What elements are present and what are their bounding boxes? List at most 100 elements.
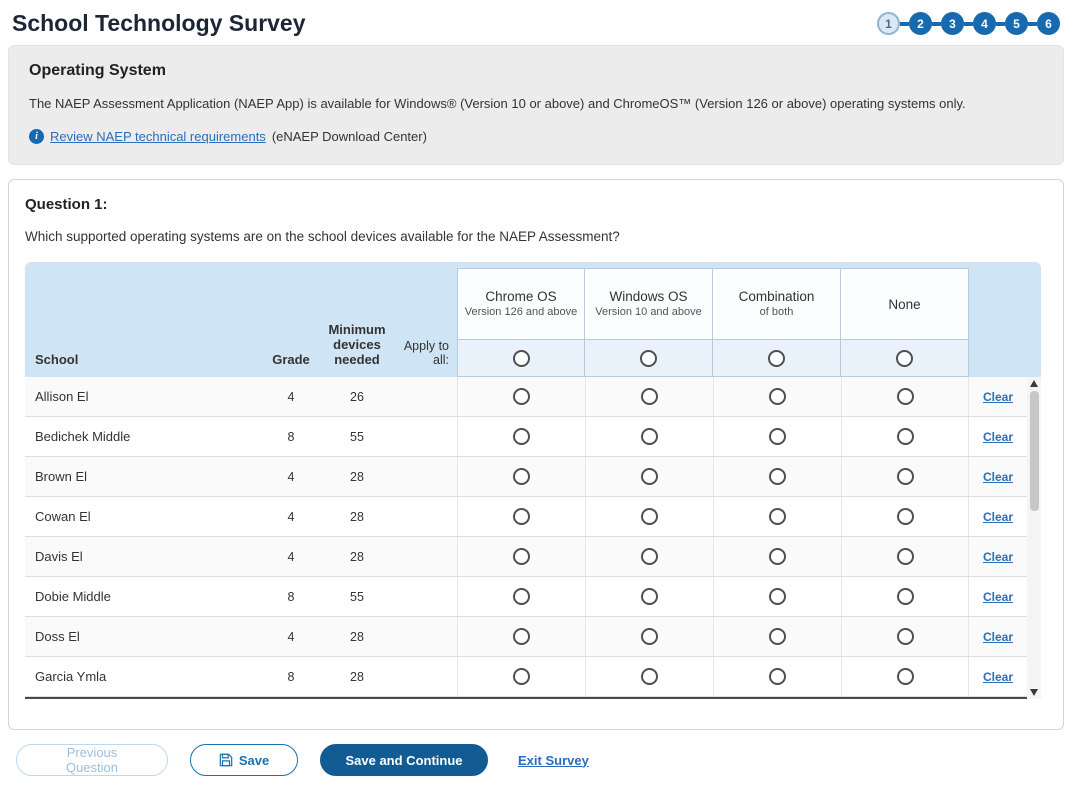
os-radio[interactable] (513, 668, 530, 685)
os-option-cell (585, 577, 713, 616)
step-3[interactable]: 3 (941, 12, 964, 35)
os-option-cell (457, 657, 585, 696)
clear-link[interactable]: Clear (983, 550, 1013, 564)
step-1[interactable]: 1 (877, 12, 900, 35)
os-option-cell (585, 377, 713, 416)
grade-cell: 4 (261, 390, 321, 404)
row-option-cells (457, 577, 969, 616)
option-subtitle: of both (760, 306, 794, 320)
os-radio[interactable] (513, 548, 530, 565)
apply-to-all-radio[interactable] (640, 350, 657, 367)
os-radio[interactable] (769, 428, 786, 445)
os-radio[interactable] (897, 388, 914, 405)
os-radio[interactable] (897, 548, 914, 565)
os-radio[interactable] (769, 628, 786, 645)
school-name-cell: Bedichek Middle (25, 429, 261, 444)
os-option-cell (841, 497, 969, 536)
os-radio[interactable] (513, 468, 530, 485)
option-subtitle: Version 126 and above (465, 306, 578, 320)
clear-cell: Clear (969, 629, 1027, 644)
table-row: Doss El 4 28 Clear (25, 617, 1027, 657)
step-2[interactable]: 2 (909, 12, 932, 35)
os-radio[interactable] (769, 548, 786, 565)
clear-link[interactable]: Clear (983, 390, 1013, 404)
os-radio[interactable] (641, 548, 658, 565)
grade-cell: 8 (261, 590, 321, 604)
os-radio[interactable] (897, 508, 914, 525)
step-4[interactable]: 4 (973, 12, 996, 35)
previous-question-button[interactable]: Previous Question (16, 744, 168, 776)
info-panel-title: Operating System (29, 62, 1043, 80)
os-radio[interactable] (641, 668, 658, 685)
step-connector (964, 22, 973, 26)
os-radio[interactable] (769, 588, 786, 605)
option-column: Combination of both (713, 268, 841, 377)
os-radio[interactable] (769, 508, 786, 525)
school-name-cell: Davis El (25, 549, 261, 564)
clear-link[interactable]: Clear (983, 670, 1013, 684)
apply-to-all-radio[interactable] (768, 350, 785, 367)
os-radio[interactable] (513, 388, 530, 405)
os-radio[interactable] (897, 628, 914, 645)
info-icon: i (29, 129, 44, 144)
clear-link[interactable]: Clear (983, 470, 1013, 484)
os-radio[interactable] (641, 508, 658, 525)
os-radio[interactable] (641, 588, 658, 605)
clear-link[interactable]: Clear (983, 430, 1013, 444)
clear-link[interactable]: Clear (983, 510, 1013, 524)
apply-to-all-radio[interactable] (513, 350, 530, 367)
scroll-down-icon[interactable] (1030, 689, 1038, 696)
table-row: Allison El 4 26 Clear (25, 377, 1027, 417)
option-title: Chrome OS (485, 289, 556, 304)
os-radio[interactable] (513, 588, 530, 605)
question-card: Question 1: Which supported operating sy… (8, 179, 1064, 730)
os-option-cell (713, 537, 841, 576)
save-and-continue-button[interactable]: Save and Continue (320, 744, 488, 776)
os-radio[interactable] (513, 508, 530, 525)
option-header: Combination of both (713, 268, 841, 340)
os-radio[interactable] (513, 428, 530, 445)
header-school: School (25, 268, 261, 377)
table-body: Allison El 4 26 Clear Bedichek Middle 8 … (25, 377, 1027, 699)
os-radio[interactable] (641, 468, 658, 485)
os-radio[interactable] (897, 428, 914, 445)
header-grade: Grade (261, 268, 321, 377)
table-row: Bedichek Middle 8 55 Clear (25, 417, 1027, 457)
os-radio[interactable] (513, 628, 530, 645)
footer-actions: Previous Question Save Save and Continue… (8, 744, 1064, 776)
option-header: Windows OS Version 10 and above (585, 268, 713, 340)
option-column: Chrome OS Version 126 and above (457, 268, 585, 377)
os-radio[interactable] (897, 468, 914, 485)
os-radio[interactable] (641, 388, 658, 405)
exit-survey-link[interactable]: Exit Survey (518, 753, 589, 768)
technical-requirements-link[interactable]: Review NAEP technical requirements (50, 129, 266, 144)
os-radio[interactable] (641, 428, 658, 445)
os-option-cell (841, 537, 969, 576)
table-row: Davis El 4 28 Clear (25, 537, 1027, 577)
grade-cell: 4 (261, 630, 321, 644)
apply-to-all-radio[interactable] (896, 350, 913, 367)
clear-cell: Clear (969, 389, 1027, 404)
step-5[interactable]: 5 (1005, 12, 1028, 35)
os-radio[interactable] (769, 468, 786, 485)
os-option-cell (841, 417, 969, 456)
clear-cell: Clear (969, 509, 1027, 524)
table-scrollbar[interactable] (1027, 377, 1041, 699)
os-radio[interactable] (769, 388, 786, 405)
os-option-cell (841, 577, 969, 616)
option-columns: Chrome OS Version 126 and above Windows … (457, 268, 969, 377)
clear-link[interactable]: Clear (983, 630, 1013, 644)
os-radio[interactable] (897, 588, 914, 605)
top-bar: School Technology Survey 123456 (8, 8, 1064, 45)
info-panel-body: The NAEP Assessment Application (NAEP Ap… (29, 96, 1043, 111)
school-name-cell: Garcia Ymla (25, 669, 261, 684)
scroll-up-icon[interactable] (1030, 380, 1038, 387)
scroll-thumb[interactable] (1030, 391, 1039, 511)
clear-cell: Clear (969, 429, 1027, 444)
os-radio[interactable] (641, 628, 658, 645)
clear-link[interactable]: Clear (983, 590, 1013, 604)
os-radio[interactable] (769, 668, 786, 685)
os-radio[interactable] (897, 668, 914, 685)
step-6[interactable]: 6 (1037, 12, 1060, 35)
save-button[interactable]: Save (190, 744, 298, 776)
